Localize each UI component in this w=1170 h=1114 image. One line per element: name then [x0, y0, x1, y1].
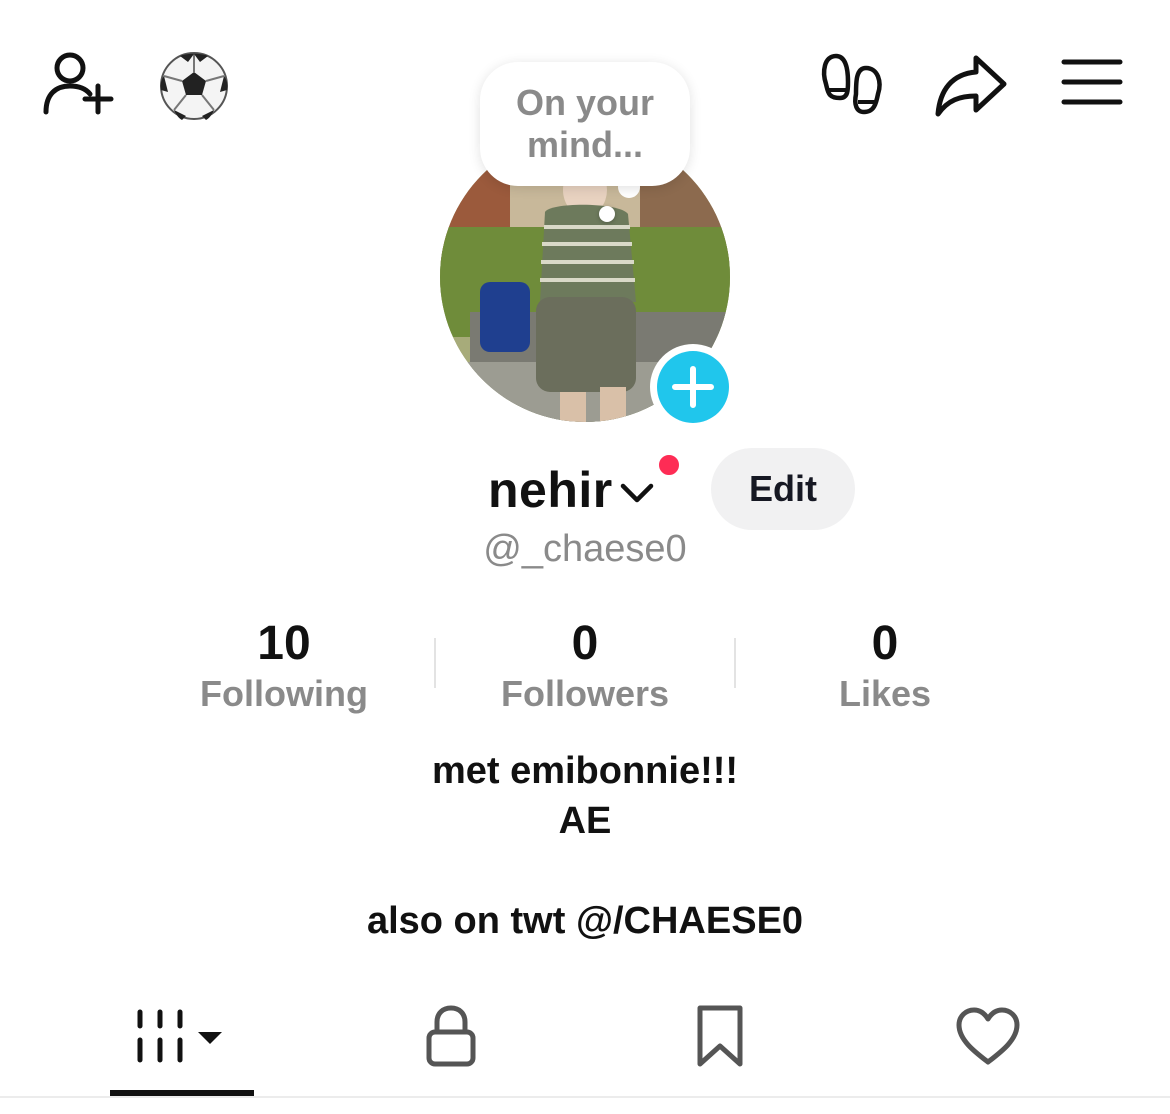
thought-bubble-text: On your mind...: [515, 82, 654, 165]
chevron-down-icon: [617, 474, 657, 514]
menu-icon[interactable]: [1060, 56, 1124, 112]
lock-icon: [423, 1004, 479, 1073]
plus-icon: [657, 351, 729, 423]
bio-line: also on twt @/CHAESE0: [366, 900, 804, 942]
bio-line: met emibonnie!!!: [431, 750, 739, 792]
bubble-dot: [599, 206, 615, 222]
tab-private[interactable]: [371, 1000, 531, 1076]
add-friend-icon[interactable]: [40, 48, 116, 118]
thought-bubble[interactable]: On your mind...: [480, 62, 690, 186]
following-count: 10: [257, 617, 311, 670]
account-switcher[interactable]: nehir: [488, 452, 657, 528]
likes-stat[interactable]: 0 Likes: [735, 616, 1035, 716]
tab-liked[interactable]: [908, 1000, 1068, 1076]
followers-count: 0: [571, 617, 599, 670]
tab-bar-border: [0, 1096, 1170, 1098]
followers-label: Followers: [500, 673, 670, 714]
soccer-ball-icon[interactable]: [158, 50, 230, 122]
likes-count: 0: [871, 617, 899, 670]
tab-saved[interactable]: [640, 1000, 800, 1076]
active-tab-indicator: [110, 1090, 254, 1096]
edit-profile-button[interactable]: Edit: [711, 448, 855, 530]
bookmark-icon: [694, 1004, 746, 1073]
footprints-icon[interactable]: [818, 50, 886, 120]
notification-dot: [656, 452, 682, 478]
display-name: nehir: [488, 462, 613, 518]
likes-label: Likes: [838, 673, 932, 714]
heart-icon: [955, 1006, 1021, 1071]
following-stat[interactable]: 10 Following: [134, 616, 434, 716]
followers-stat[interactable]: 0 Followers: [435, 616, 735, 716]
bio-line: AE: [558, 800, 612, 842]
add-story-button[interactable]: [650, 344, 736, 430]
videos-grid-icon: [132, 1008, 232, 1069]
username-handle: @_chaese0: [483, 528, 687, 570]
share-icon[interactable]: [934, 50, 1010, 120]
following-label: Following: [200, 673, 368, 714]
tab-videos[interactable]: [102, 1000, 262, 1076]
